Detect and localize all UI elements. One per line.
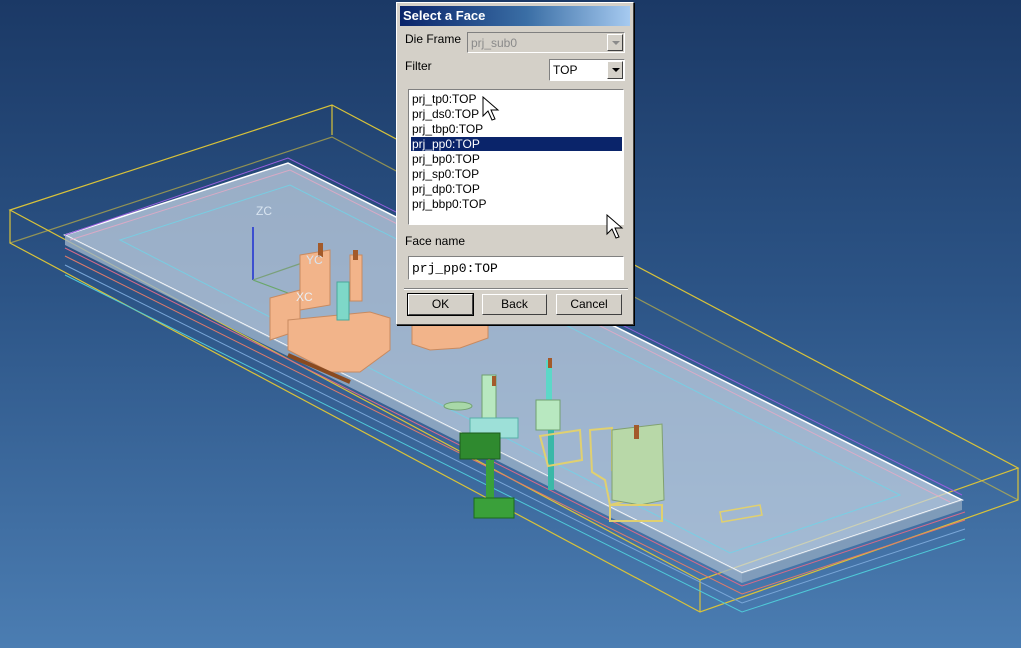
face-name-value: prj_pp0:TOP bbox=[412, 261, 498, 276]
face-list-item[interactable]: prj_bp0:TOP bbox=[411, 152, 622, 166]
filter-label: Filter bbox=[405, 59, 432, 73]
mouse-pointer-icon bbox=[482, 96, 500, 121]
filter-dropdown[interactable]: TOP bbox=[549, 59, 625, 81]
face-list[interactable]: prj_tp0:TOP prj_ds0:TOP prj_tbp0:TOP prj… bbox=[408, 89, 624, 225]
select-face-dialog: Select a Face Die Frame prj_sub0 Filter … bbox=[396, 2, 634, 325]
face-list-item[interactable]: prj_tbp0:TOP bbox=[411, 122, 622, 136]
chevron-down-icon[interactable] bbox=[607, 61, 623, 79]
face-list-item[interactable]: prj_dp0:TOP bbox=[411, 182, 622, 196]
dialog-title: Select a Face bbox=[403, 8, 486, 23]
die-frame-dropdown: prj_sub0 bbox=[467, 32, 625, 53]
mouse-pointer-icon bbox=[606, 214, 624, 239]
chevron-down-icon bbox=[607, 34, 623, 51]
face-name-field[interactable]: prj_pp0:TOP bbox=[408, 256, 624, 280]
face-list-item-selected[interactable]: prj_pp0:TOP bbox=[410, 136, 623, 152]
die-frame-value: prj_sub0 bbox=[471, 36, 518, 50]
yc-axis-label: YC bbox=[306, 253, 323, 267]
face-list-item[interactable]: prj_sp0:TOP bbox=[411, 167, 622, 181]
xc-axis-label: XC bbox=[296, 290, 313, 304]
cancel-button[interactable]: Cancel bbox=[556, 294, 622, 315]
filter-value: TOP bbox=[553, 63, 578, 77]
ok-button[interactable]: OK bbox=[407, 293, 474, 316]
dialog-titlebar[interactable]: Select a Face bbox=[400, 6, 630, 26]
face-list-item[interactable]: prj_tp0:TOP bbox=[411, 92, 622, 106]
face-name-label: Face name bbox=[405, 234, 466, 248]
face-list-item[interactable]: prj_ds0:TOP bbox=[411, 107, 622, 121]
dialog-separator bbox=[404, 288, 628, 290]
zc-axis-label: ZC bbox=[256, 204, 272, 218]
face-list-item[interactable]: prj_bbp0:TOP bbox=[411, 197, 622, 211]
die-frame-label: Die Frame bbox=[405, 32, 462, 46]
back-button[interactable]: Back bbox=[482, 294, 547, 315]
